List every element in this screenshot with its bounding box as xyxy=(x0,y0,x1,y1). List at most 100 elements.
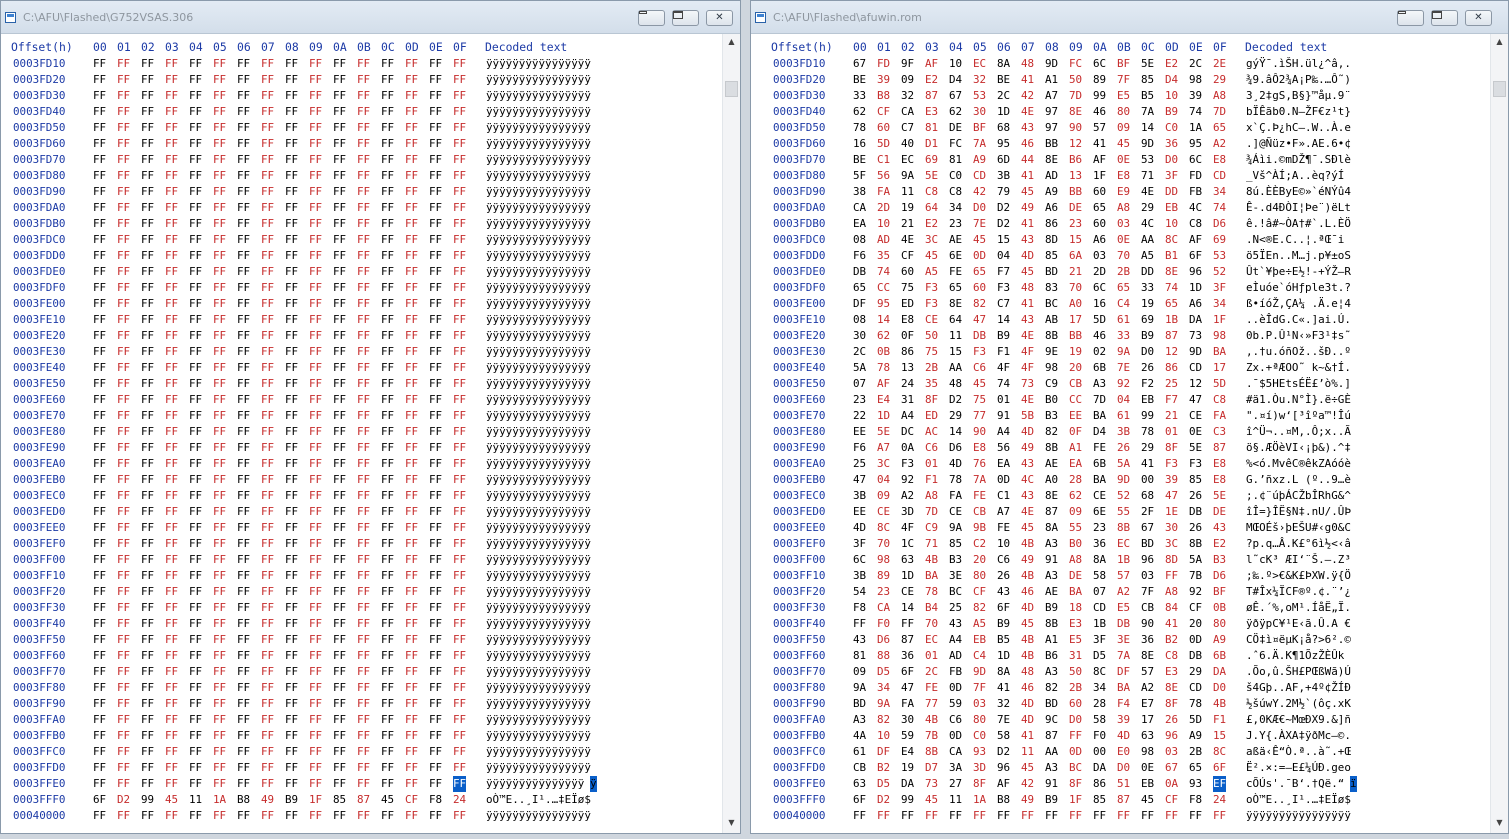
hex-byte[interactable]: 4E xyxy=(1141,184,1154,200)
hex-byte[interactable]: FF xyxy=(117,280,130,296)
hex-byte[interactable]: 4C xyxy=(1141,216,1154,232)
hex-byte[interactable]: 7B xyxy=(925,728,938,744)
hex-byte[interactable]: 6E xyxy=(949,248,962,264)
hex-byte[interactable]: FF xyxy=(381,552,394,568)
hex-byte[interactable]: 8C xyxy=(1093,664,1106,680)
hex-byte[interactable]: 7F xyxy=(1141,584,1154,600)
hex-byte[interactable]: 70 xyxy=(925,616,938,632)
hex-byte[interactable]: 47 xyxy=(973,312,986,328)
hex-byte[interactable]: FF xyxy=(213,504,226,520)
scroll-down-icon[interactable]: ▼ xyxy=(723,815,740,831)
hex-byte[interactable]: A2 xyxy=(1213,136,1226,152)
hex-byte[interactable]: E4 xyxy=(877,392,890,408)
hex-byte[interactable]: 12 xyxy=(1165,344,1178,360)
hex-byte[interactable]: C8 xyxy=(925,184,938,200)
hex-byte[interactable]: FF xyxy=(333,184,346,200)
hex-byte[interactable]: FF xyxy=(285,728,298,744)
hex-byte[interactable]: EC xyxy=(1117,536,1130,552)
hex-byte[interactable]: 92 xyxy=(901,472,914,488)
hex-byte[interactable]: 60 xyxy=(1093,184,1106,200)
hex-byte[interactable]: FF xyxy=(237,56,250,72)
hex-byte[interactable]: FF xyxy=(93,600,106,616)
hex-byte[interactable]: FF xyxy=(189,680,202,696)
hex-byte[interactable]: FF xyxy=(381,344,394,360)
hex-byte[interactable]: FF xyxy=(357,408,370,424)
hex-byte[interactable]: FF xyxy=(141,72,154,88)
hex-byte[interactable]: BA xyxy=(1117,680,1130,696)
hex-byte[interactable]: D2 xyxy=(997,744,1010,760)
hex-byte[interactable]: EE xyxy=(1069,408,1082,424)
hex-byte[interactable]: FF xyxy=(381,504,394,520)
hex-byte[interactable]: BD xyxy=(853,696,866,712)
hex-byte[interactable]: FF xyxy=(309,488,322,504)
hex-byte[interactable]: A0 xyxy=(1045,472,1058,488)
hex-byte[interactable]: FF xyxy=(429,56,442,72)
hex-byte[interactable]: FF xyxy=(93,296,106,312)
hex-byte[interactable]: FF xyxy=(117,248,130,264)
hex-byte[interactable]: A8 xyxy=(1069,552,1082,568)
hex-byte[interactable]: FF xyxy=(309,520,322,536)
hex-byte[interactable]: FF xyxy=(925,808,938,824)
hex-row[interactable]: 0003FDC0 FF FF FF FF FF FF FF FF FF FF FF FF FF FF FF FF… xyxy=(1,232,701,248)
hex-byte[interactable]: FF xyxy=(117,296,130,312)
hex-byte[interactable]: 58 xyxy=(997,728,1010,744)
hex-byte[interactable]: 93 xyxy=(1189,776,1202,792)
hex-byte[interactable]: FA xyxy=(901,696,914,712)
hex-byte[interactable]: FF xyxy=(141,200,154,216)
hex-byte[interactable]: FF xyxy=(141,408,154,424)
hex-byte[interactable]: 40 xyxy=(901,136,914,152)
hex-byte[interactable]: 7F xyxy=(973,680,986,696)
hex-byte[interactable]: FF xyxy=(285,264,298,280)
hex-byte[interactable]: 4D xyxy=(1021,696,1034,712)
hex-byte[interactable]: CB xyxy=(973,504,986,520)
hex-byte[interactable]: 7D xyxy=(1069,88,1082,104)
hex-byte[interactable]: FF xyxy=(309,168,322,184)
hex-byte[interactable]: 0D xyxy=(973,248,986,264)
hex-byte[interactable]: FF xyxy=(309,408,322,424)
hex-byte[interactable]: FF xyxy=(213,392,226,408)
hex-byte[interactable]: FF xyxy=(285,520,298,536)
hex-row[interactable]: 0003FE70 FF FF FF FF FF FF FF FF FF FF FF FF FF FF FF FF… xyxy=(1,408,701,424)
hex-byte[interactable]: 8B xyxy=(1117,520,1130,536)
hex-byte[interactable]: FF xyxy=(189,712,202,728)
hex-byte[interactable]: FF xyxy=(117,472,130,488)
hex-byte[interactable]: FC xyxy=(949,136,962,152)
hex-byte[interactable]: FF xyxy=(453,520,466,536)
hex-byte[interactable]: 35 xyxy=(925,376,938,392)
hex-byte[interactable]: B5 xyxy=(1141,88,1154,104)
hex-byte[interactable]: 7D xyxy=(925,504,938,520)
hex-byte[interactable]: D2 xyxy=(997,216,1010,232)
hex-byte[interactable]: FF xyxy=(333,408,346,424)
hex-byte[interactable]: 41 xyxy=(997,680,1010,696)
hex-byte[interactable]: FF xyxy=(333,808,346,824)
hex-byte[interactable]: FE xyxy=(949,264,962,280)
hex-byte[interactable]: 36 xyxy=(1093,536,1106,552)
hex-byte[interactable]: FF xyxy=(453,712,466,728)
hex-byte[interactable]: FF xyxy=(429,472,442,488)
hex-byte[interactable]: FF xyxy=(381,184,394,200)
hex-byte[interactable]: E9 xyxy=(1117,184,1130,200)
hex-byte[interactable]: FF xyxy=(285,472,298,488)
hex-byte[interactable]: 10 xyxy=(1165,88,1178,104)
hex-row[interactable]: 0003FD70 BE C1 EC 69 81 A9 6D 44 8E B6 AF 0E 53 D0 6C E8… xyxy=(751,152,1451,168)
hex-byte[interactable]: 45 xyxy=(165,792,178,808)
hex-byte[interactable]: FF xyxy=(189,408,202,424)
hex-byte[interactable]: FF xyxy=(357,504,370,520)
hex-byte[interactable]: CD xyxy=(973,168,986,184)
hex-byte[interactable]: FF xyxy=(429,568,442,584)
hex-byte[interactable]: C7 xyxy=(901,120,914,136)
hex-byte[interactable]: FF xyxy=(237,88,250,104)
hex-byte[interactable]: 3B xyxy=(997,168,1010,184)
hex-byte[interactable]: FF xyxy=(93,120,106,136)
hex-byte[interactable]: 73 xyxy=(1021,376,1034,392)
hex-row[interactable]: 0003FF70 FF FF FF FF FF FF FF FF FF FF FF FF FF FF FF FF… xyxy=(1,664,701,680)
hex-byte[interactable]: FF xyxy=(93,376,106,392)
hex-byte[interactable]: FF xyxy=(165,424,178,440)
hex-row[interactable]: 0003FEA0 25 3C F3 01 4D 76 EA 43 AE EA 6B 5A 41 F3 F3 E8… xyxy=(751,456,1451,472)
hex-byte[interactable]: FF xyxy=(333,232,346,248)
hex-byte[interactable]: FF xyxy=(285,392,298,408)
hex-byte[interactable]: FF xyxy=(381,168,394,184)
hex-byte[interactable]: A1 xyxy=(1069,440,1082,456)
hex-byte[interactable]: F1 xyxy=(1213,712,1226,728)
hex-byte[interactable]: 46 xyxy=(1093,328,1106,344)
